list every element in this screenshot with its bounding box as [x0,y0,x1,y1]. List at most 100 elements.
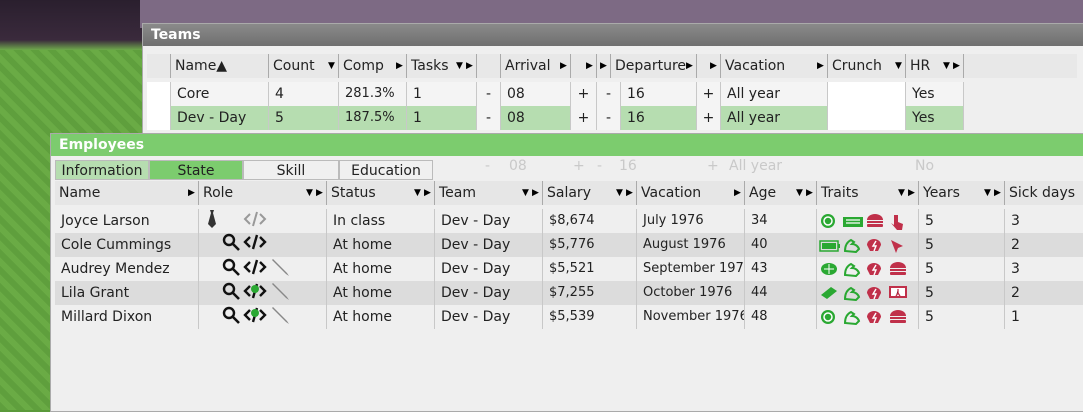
employees-header: Name ▶ Role ▼ ▶ Status ▼ ▶ Team ▼ ▶ Salary ▼ ▶ Va… [55,181,1083,205]
tab-information[interactable]: Information [55,160,149,180]
filter-icon[interactable]: ▼ [327,58,336,74]
tab-education[interactable]: Education [339,160,433,180]
team-name: Core [171,82,269,106]
filter-icon[interactable]: ▼ [942,58,951,74]
employee-traits [817,257,919,281]
employee-name: Cole Cummings [55,233,199,257]
teams-col-tasks[interactable]: Tasks ▼ ▶ [407,54,477,78]
emp-col-salary[interactable]: Salary ▼ ▶ [543,181,637,205]
teams-col-comp[interactable]: Comp ▶ [339,54,407,78]
expand-icon[interactable]: ▶ [952,58,961,74]
employee-row[interactable]: Millard Dixon At home Dev - Day $5,539 Novem… [55,305,1083,329]
team-comp: 281.3% [339,82,407,106]
filter-icon[interactable]: ▼ [894,58,903,74]
tie-icon [205,209,219,233]
emp-col-team[interactable]: Team ▼ ▶ [435,181,543,205]
expand-icon[interactable]: ▶ [559,58,568,74]
expand-icon[interactable]: ▶ [585,58,594,74]
teams-col-name[interactable]: Name▲ [171,54,269,78]
ghost-vacation: All year [729,158,783,174]
expand-icon[interactable]: ▶ [315,185,324,201]
teams-col-departure[interactable]: Departure ▶ [611,54,697,78]
teams-col-vacation[interactable]: Vacation ▶ [721,54,828,78]
departure-decrease-button[interactable]: - [597,82,621,106]
expand-icon[interactable]: ▶ [733,185,742,201]
team-crunch[interactable] [828,106,906,130]
emp-col-role[interactable]: Role ▼ ▶ [199,181,327,205]
table-row-selected[interactable]: Dev - Day 5 187.5% 1 - 08 + - 16 + All y… [147,106,964,130]
emp-header-status: Status [331,185,376,201]
filter-icon[interactable]: ▼ [455,58,464,74]
emp-col-years[interactable]: Years ▼ ▶ [919,181,1005,205]
expand-icon[interactable]: ▶ [423,185,432,201]
employee-row[interactable]: Joyce Larson In class Dev - Day $8,674 July … [55,209,1083,233]
teams-col-departure-minus[interactable]: ▶ [597,54,611,78]
brain-icon [819,261,837,277]
team-vacation[interactable]: All year [721,106,828,130]
employee-team: Dev - Day [435,305,543,329]
expand-icon[interactable]: ▶ [907,185,916,201]
muscle-icon [842,237,861,254]
arrival-increase-button[interactable]: + [571,82,597,106]
employee-vacation: October 1976 [637,281,745,305]
employee-role [199,305,327,329]
expand-icon[interactable]: ▶ [187,185,196,201]
emp-col-vacation[interactable]: Vacation ▶ [637,181,745,205]
expand-icon[interactable]: ▶ [805,185,814,201]
emp-col-status[interactable]: Status ▼ ▶ [327,181,435,205]
expand-icon[interactable]: ▶ [816,58,825,74]
emp-header-years: Years [923,185,960,201]
expand-icon[interactable]: ▶ [395,58,404,74]
tab-state[interactable]: State [149,160,243,180]
filter-icon[interactable]: ▼ [305,185,314,201]
row-select[interactable] [147,106,171,130]
emp-col-age[interactable]: Age ▼ ▶ [745,181,817,205]
employee-row[interactable]: Cole Cummings At home Dev - Day $5,776 Augus… [55,233,1083,257]
expand-icon[interactable]: ▶ [625,185,634,201]
team-hr[interactable]: Yes [906,82,964,106]
row-select[interactable] [147,82,171,106]
employee-row[interactable]: Lila Grant At home Dev - Day $7,255 October … [55,281,1083,305]
teams-col-count[interactable]: Count ▼ [269,54,339,78]
filter-icon[interactable]: ▼ [897,185,906,201]
team-hr[interactable]: Yes [906,106,964,130]
arrival-decrease-button[interactable]: - [477,82,501,106]
departure-decrease-button[interactable]: - [597,106,621,130]
departure-increase-button[interactable]: + [697,82,721,106]
arrival-increase-button[interactable]: + [571,106,597,130]
teams-col-hr[interactable]: HR ▼ ▶ [906,54,964,78]
team-count: 4 [269,82,339,106]
pointer-icon [888,213,906,230]
filter-icon[interactable]: ▼ [615,185,624,201]
expand-icon[interactable]: ▶ [993,185,1002,201]
employee-age: 34 [745,209,817,233]
search-icon [221,258,241,281]
employee-row[interactable]: Audrey Mendez At home Dev - Day $5,521 Septe… [55,257,1083,281]
team-crunch[interactable] [828,82,906,106]
expand-icon[interactable]: ▶ [465,58,474,74]
emp-col-traits[interactable]: Traits ▼ ▶ [817,181,919,205]
table-row[interactable]: Core 4 281.3% 1 - 08 + - 16 + All year Y… [147,82,964,106]
filter-icon[interactable]: ▼ [413,185,422,201]
teams-col-arrival[interactable]: Arrival ▶ [501,54,571,78]
teams-col-crunch[interactable]: Crunch ▼ [828,54,906,78]
expand-icon[interactable]: ▶ [599,58,608,74]
teams-col-arrival-plus[interactable]: ▶ [571,54,597,78]
teams-col-departure-plus[interactable]: ▶ [697,54,721,78]
expand-icon[interactable]: ▶ [709,58,718,74]
expand-icon[interactable]: ▶ [531,185,540,201]
filter-icon[interactable]: ▼ [795,185,804,201]
ghost-minus2: - [597,158,603,174]
emp-col-name[interactable]: Name ▶ [55,181,199,205]
emp-col-sick[interactable]: Sick days [1005,181,1083,205]
departure-increase-button[interactable]: + [697,106,721,130]
expand-icon[interactable]: ▶ [685,58,694,74]
arrival-decrease-button[interactable]: - [477,106,501,130]
team-vacation[interactable]: All year [721,82,828,106]
teams-header-crunch: Crunch [832,58,882,74]
tab-skill[interactable]: Skill [243,160,339,180]
employee-age: 40 [745,233,817,257]
employee-name: Audrey Mendez [55,257,199,281]
filter-icon[interactable]: ▼ [983,185,992,201]
filter-icon[interactable]: ▼ [521,185,530,201]
